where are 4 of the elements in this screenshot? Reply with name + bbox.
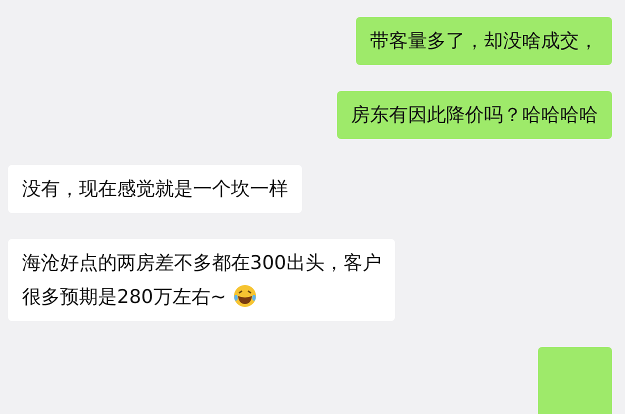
message-bubble: 海沧好点的两房差不多都在300出头，客户 很多预期是280万左右~ [8,239,396,321]
message-bubble: 房东有因此降价吗？哈哈哈哈 [337,91,612,139]
message-bubble: 带客量多了，却没啥成交， [356,17,612,65]
message-bubble: 没有，现在感觉就是一个坎一样 [8,165,302,213]
